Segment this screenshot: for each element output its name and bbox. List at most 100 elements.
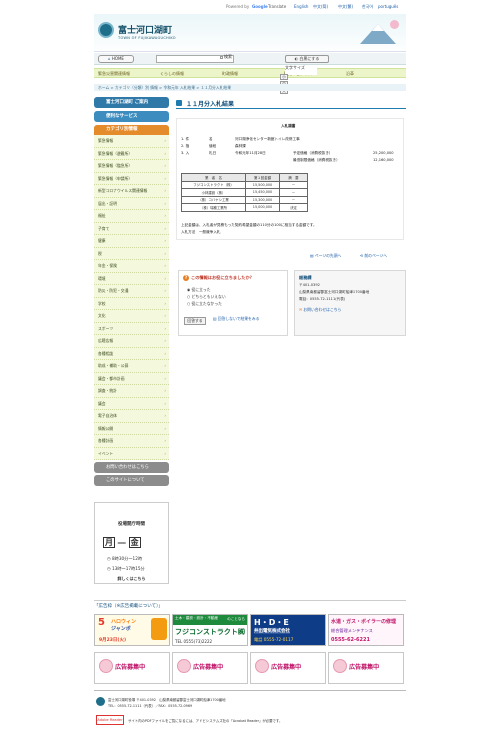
sidebar-category-item[interactable]: 緊急情報（避難所） › <box>94 147 169 160</box>
sidebar-category-item[interactable]: イベント › <box>94 447 169 460</box>
sidebar-category-item[interactable]: 議会 › <box>94 397 169 410</box>
contact-inquiry-link[interactable]: ✉ お問い合わせはこちら <box>299 307 341 313</box>
doc-row-no-1: 1. 件 <box>181 137 190 141</box>
contrast-toggle-button[interactable]: ◐ 白黒にする <box>285 55 329 63</box>
survey-option-2[interactable]: ○ どちらともいえない <box>187 294 226 300</box>
sidebar-about-site[interactable]: このサイトについて <box>94 475 169 486</box>
ad-placeholder-text: 広告募集中 <box>271 664 301 671</box>
sidebar-category-label: 広聴広報 <box>98 338 114 343</box>
chevron-right-icon: › <box>164 275 166 281</box>
chevron-right-icon: › <box>164 150 166 156</box>
sidebar-town-intro[interactable]: 富士河口湖町 ご案内 <box>94 97 169 108</box>
ad-banner-fujiconstruct[interactable]: 土木・建設・設計・不動産 のことなら フジコンストラクト㈱ TEL 0555(7… <box>172 614 248 646</box>
sidebar-category-item[interactable]: 助成・補助・公募 › <box>94 360 169 373</box>
hours-more-link[interactable]: 詳しくはこちら <box>95 576 168 582</box>
ad-placeholder-4[interactable]: 広告募集中 <box>328 652 404 684</box>
contact-box: 総務課 〒401-0392 山梨県南都留郡富士河口湖町船津1700番地 電話：0… <box>294 270 406 336</box>
sidebar-category-item[interactable]: 広聴広報 › <box>94 335 169 348</box>
sidebar-category-item[interactable]: 各種相談 › <box>94 347 169 360</box>
site-footer: 富士河口湖町役場 〒401-0392 山梨県南都留郡富士河口湖町船津1700番地… <box>94 690 406 730</box>
lang-english[interactable]: English <box>294 4 308 9</box>
sidebar-category-item[interactable]: 環境 › <box>94 272 169 285</box>
ad-placeholder-1[interactable]: 広告募集中 <box>94 652 170 684</box>
nav-town-admin[interactable]: 町政情報 <box>222 71 238 77</box>
survey-option-1[interactable]: ◉ 役に立った <box>187 287 211 293</box>
sidebar-category-item[interactable]: 情報公開 › <box>94 422 169 435</box>
font-size-small-button[interactable]: 小 <box>280 74 288 80</box>
ad-placeholder-2[interactable]: 広告募集中 <box>172 652 248 684</box>
bid-amount: 15,300,000 <box>245 195 280 204</box>
ad-section-title[interactable]: 「広告枠（※広告掲載について）」 <box>94 600 406 610</box>
nav-history[interactable]: 沿革 <box>346 71 354 77</box>
sidebar-category-label: 情報公開 <box>98 425 114 431</box>
home-button[interactable]: ⌂ HOME <box>98 55 134 63</box>
sidebar-category-item[interactable]: 緊急情報（臨急所） › <box>94 160 169 173</box>
hours-afternoon: ◷ 13時〜17時15分 <box>107 566 145 572</box>
sidebar: 富士河口湖町 ご案内 便利なサービス カテゴリ別情報 緊急情報 › 緊急情報（避難所… <box>94 97 169 486</box>
sidebar-category-item[interactable]: 健康 › <box>94 235 169 248</box>
ad-banner-ide-electric[interactable]: H・D・E 井出電気株式会社 電話 0555-72-0117 <box>250 614 326 646</box>
sidebar-category-item[interactable]: 届出・証明 › <box>94 197 169 210</box>
bid-note: ー <box>279 195 308 204</box>
sidebar-category-item[interactable]: 福祉 › <box>94 210 169 223</box>
site-title[interactable]: 富士河口湖町 <box>118 23 172 36</box>
radio-checked-icon[interactable]: ◉ <box>187 287 190 292</box>
prev-page-link[interactable]: ⟲ 前のページへ <box>360 253 387 259</box>
ad-banner-maintenance[interactable]: 水道・ガス・ボイラーの修理 総合管理メンテナンス 0555-62-6221 <box>328 614 404 646</box>
sidebar-category-item[interactable]: 緊急情報（申請所） › <box>94 172 169 185</box>
adobe-reader-badge[interactable]: Adobe Reader <box>96 715 124 725</box>
chevron-right-icon: › <box>164 163 166 168</box>
chevron-right-icon: › <box>164 263 166 268</box>
sidebar-category-item[interactable]: 新型コロナウイルス関連情報 › <box>94 185 169 198</box>
sidebar-category-label: スポーツ <box>98 325 114 331</box>
breadcrumb[interactable]: ホーム > カテゴリ（分類）別 情報 > 令和元年 入札結果 > １１月分入札結… <box>94 84 406 91</box>
sidebar-inquiry[interactable]: お問い合わせはこちら <box>94 462 169 473</box>
doc-min-label: 最低制限価格（消費税抜き） <box>293 158 340 162</box>
sidebar-category-label: イベント <box>98 450 114 456</box>
nav-emergency[interactable]: 緊急災害関連情報 <box>98 71 130 77</box>
survey-option-3[interactable]: ○ 役に立たなかった <box>187 301 222 307</box>
sidebar-category-label: 緊急情報（申請所） <box>98 175 133 181</box>
lang-korean[interactable]: 한국어 <box>362 4 373 10</box>
prev-page-label: 前のページへ <box>364 253 388 258</box>
radio-icon[interactable]: ○ <box>187 301 190 306</box>
nav-living[interactable]: くらしの情報 <box>160 71 184 77</box>
page-title-text: １１月分入札結果 <box>186 101 235 108</box>
sidebar-category-item[interactable]: 防災・防犯・交通 › <box>94 285 169 298</box>
home-button-label: HOME <box>111 56 124 61</box>
lang-chinese-traditional[interactable]: 中文(繁) <box>338 4 353 10</box>
footer-address-line: 富士河口湖町役場 〒401-0392 山梨県南都留郡富士河口湖町船津1700番地 <box>108 697 226 702</box>
survey-submit-button[interactable]: 回答する <box>184 317 206 325</box>
search-button-label: 検索 <box>224 54 232 59</box>
page-title: １１月分入札結果 <box>176 99 406 109</box>
sidebar-category-item[interactable]: 文化 › <box>94 310 169 323</box>
ad-halloween-line2: ジャンボ <box>111 626 131 632</box>
chevron-right-icon: › <box>164 325 166 331</box>
sidebar-category-item[interactable]: 税 › <box>94 247 169 260</box>
sidebar-category-item[interactable]: 年金・保険 › <box>94 260 169 273</box>
sidebar-services[interactable]: 便利なサービス <box>94 111 169 122</box>
page-top-link[interactable]: ▤ ページの先頭へ <box>310 253 341 259</box>
pig-mascot-icon <box>177 659 191 673</box>
sidebar-category-label: 届出・証明 <box>98 200 117 206</box>
sidebar-category-item[interactable]: 各種計画 › <box>94 435 169 448</box>
hours-day-to: 金 <box>128 537 141 548</box>
search-button[interactable]: 検索 <box>220 54 232 60</box>
sidebar-category-item[interactable]: 電子自治体 › <box>94 410 169 423</box>
ad-banner-halloween[interactable]: 5 ハロウィン ジャンボ 9月23日(火) <box>94 614 170 646</box>
town-logo-icon[interactable] <box>98 22 114 38</box>
sidebar-category-item[interactable]: 子育て › <box>94 222 169 235</box>
ad-placeholder-3[interactable]: 広告募集中 <box>250 652 326 684</box>
lang-chinese-simplified[interactable]: 中文(简) <box>313 4 328 10</box>
sidebar-category-item[interactable]: 議会・都市計画 › <box>94 372 169 385</box>
lang-portuguese[interactable]: português <box>378 4 398 9</box>
radio-icon[interactable]: ○ <box>187 294 190 299</box>
bid-amount: 15,000,000 <box>245 203 280 212</box>
sidebar-category-item[interactable]: 緊急情報 › <box>94 135 169 148</box>
chevron-right-icon: › <box>164 138 166 143</box>
bid-table: 業 者 名 第１回金額 摘 要 フジコンストラクト（株） 15,500,000 … <box>181 173 308 212</box>
sidebar-category-item[interactable]: スポーツ › <box>94 322 169 335</box>
sidebar-category-item[interactable]: 学校 › <box>94 297 169 310</box>
sidebar-category-item[interactable]: 調査・統計 › <box>94 385 169 398</box>
survey-skip-link[interactable]: ▥ 回答しないで結果をみる <box>213 316 259 322</box>
